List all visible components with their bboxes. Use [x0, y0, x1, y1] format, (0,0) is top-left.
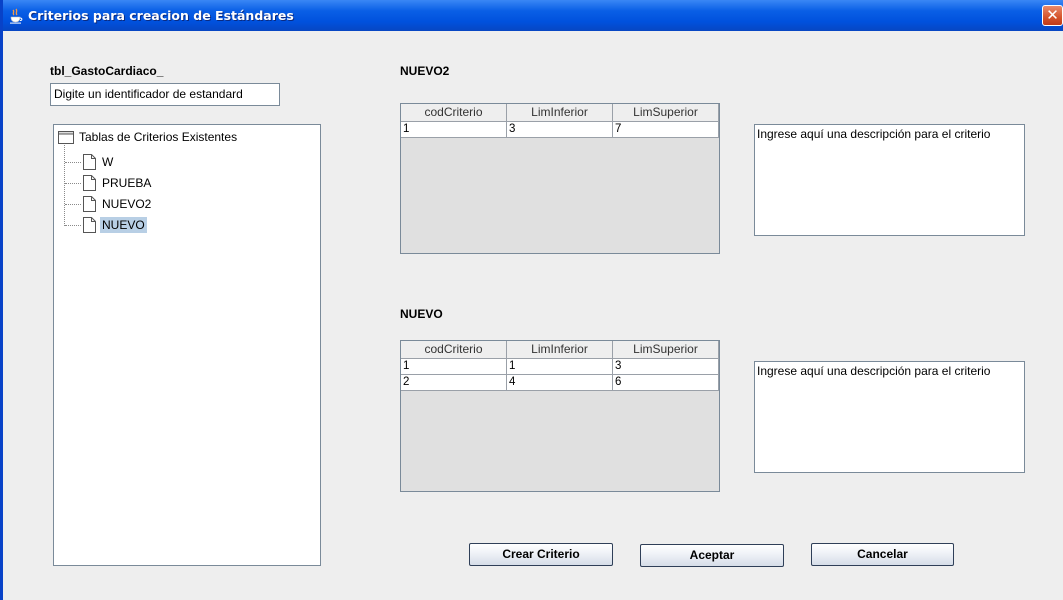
java-cup-icon [10, 8, 23, 24]
title-bar[interactable]: Criterios para creacion de Estándares ✕ [3, 0, 1063, 31]
table-cell[interactable]: 3 [507, 122, 613, 138]
aceptar-button[interactable]: Aceptar [640, 544, 784, 567]
tree-root-label: Tablas de Criterios Existentes [79, 130, 238, 144]
crear-criterio-button[interactable]: Crear Criterio [469, 543, 613, 566]
table-name-label: tbl_GastoCardiaco_ [50, 64, 164, 78]
table-cell[interactable]: 1 [401, 122, 507, 138]
tree-connector [65, 183, 81, 184]
tree-root[interactable]: Tablas de Criterios Existentes [58, 129, 237, 145]
tree-item-label-selected: NUEVO [100, 217, 147, 233]
column-header[interactable]: LimInferior [507, 341, 613, 359]
section-title: NUEVO2 [400, 64, 450, 78]
tree-connector [65, 225, 81, 226]
table-row[interactable]: 1 3 7 [401, 122, 719, 138]
description-textarea[interactable]: Ingrese aquí una descripción para el cri… [754, 124, 1025, 236]
table-row[interactable]: 1 1 3 [401, 359, 719, 375]
column-header[interactable]: LimSuperior [613, 104, 719, 122]
file-icon [83, 196, 96, 212]
tree-item-label: NUEVO2 [102, 197, 152, 211]
table-cell[interactable]: 3 [613, 359, 719, 375]
tree-item-prueba[interactable]: PRUEBA [83, 174, 153, 192]
criteria-tree[interactable]: Tablas de Criterios Existentes W PRUEBA [53, 124, 321, 566]
cancelar-button[interactable]: Cancelar [811, 543, 954, 566]
table-cell[interactable]: 4 [507, 375, 613, 391]
section-title: NUEVO [400, 307, 443, 321]
tree-guide-line [64, 145, 65, 226]
table-cell[interactable]: 1 [507, 359, 613, 375]
tree-item-nuevo2[interactable]: NUEVO2 [83, 195, 153, 213]
table-header: codCriterio LimInferior LimSuperior [401, 104, 719, 122]
identifier-input[interactable]: Digite un identificador de estandard [50, 83, 280, 106]
table-cell[interactable]: 2 [401, 375, 507, 391]
tree-connector [65, 204, 81, 205]
table-cell[interactable]: 6 [613, 375, 719, 391]
dialog-window: Criterios para creacion de Estándares ✕ … [0, 0, 1063, 600]
description-textarea[interactable]: Ingrese aquí una descripción para el cri… [754, 361, 1025, 473]
tree-item-nuevo[interactable]: NUEVO [83, 216, 147, 234]
file-icon [83, 154, 96, 170]
folder-open-icon [58, 131, 74, 144]
criteria-table[interactable]: codCriterio LimInferior LimSuperior 1 3 … [400, 103, 720, 254]
column-header[interactable]: codCriterio [401, 104, 507, 122]
tree-item-label: W [102, 155, 114, 169]
table-header: codCriterio LimInferior LimSuperior [401, 341, 719, 359]
tree-item-w[interactable]: W [83, 153, 115, 171]
description-text: Ingrese aquí una descripción para el cri… [757, 364, 991, 378]
column-header[interactable]: codCriterio [401, 341, 507, 359]
table-cell[interactable]: 1 [401, 359, 507, 375]
close-button[interactable]: ✕ [1042, 5, 1063, 26]
tree-connector [65, 162, 81, 163]
table-cell[interactable]: 7 [613, 122, 719, 138]
criteria-table[interactable]: codCriterio LimInferior LimSuperior 1 1 … [400, 340, 720, 492]
column-header[interactable]: LimInferior [507, 104, 613, 122]
file-icon [83, 217, 96, 233]
column-header[interactable]: LimSuperior [613, 341, 719, 359]
file-icon [83, 175, 96, 191]
table-row[interactable]: 2 4 6 [401, 375, 719, 391]
tree-item-label: PRUEBA [102, 176, 152, 190]
description-text: Ingrese aquí una descripción para el cri… [757, 127, 991, 141]
window-title: Criterios para creacion de Estándares [28, 8, 294, 23]
